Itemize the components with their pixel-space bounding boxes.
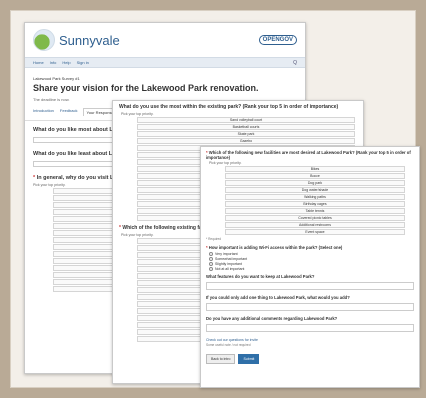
nav-item-info[interactable]: Info	[50, 60, 57, 65]
question-wifi: * How important is adding Wi-Fi access w…	[206, 245, 343, 250]
survey-page-front: * Which of the following new facilities …	[200, 146, 420, 388]
main-nav: Home Info Help Sign in Q	[25, 57, 305, 68]
question-comments: Do you have any additional comments rega…	[206, 316, 338, 321]
search-icon[interactable]: Q	[293, 60, 297, 66]
page-title: Share your vision for the Lakewood Park …	[33, 83, 259, 93]
list-item[interactable]: Skate park	[137, 131, 355, 137]
radio-icon	[209, 257, 213, 261]
back-button[interactable]: Back to intro	[206, 354, 236, 364]
form-buttons: Back to intro Submit	[201, 348, 419, 370]
radio-icon	[209, 252, 213, 256]
list-item[interactable]: Table tennis	[225, 208, 405, 214]
new-facilities-options: Bikes Bocce Dog park Dog water/shade Wal…	[201, 166, 419, 235]
tab-introduction[interactable]: Introduction	[33, 108, 54, 116]
list-item[interactable]: Gazebo	[137, 138, 355, 144]
question-add: If you could only add one thing to Lakew…	[206, 295, 350, 300]
list-item[interactable]: Dog park	[225, 180, 405, 186]
submit-button[interactable]: Submit	[238, 354, 260, 364]
question-hint: Pick your top priority.	[121, 112, 154, 116]
nav-item-home[interactable]: Home	[33, 60, 44, 65]
list-item[interactable]: Basketball courts	[137, 124, 355, 130]
nav-item-help[interactable]: Help	[62, 60, 70, 65]
logo-text: Sunnyvale	[59, 32, 120, 48]
add-one-thing-input[interactable]	[206, 303, 414, 311]
list-item[interactable]: Bocce	[225, 173, 405, 179]
question-new-facilities: * Which of the following new facilities …	[206, 150, 411, 160]
opengov-brand[interactable]: OPENGOV	[258, 35, 297, 45]
site-header: Sunnyvale OPENGOV	[25, 23, 305, 57]
radio-icon	[209, 267, 213, 271]
list-item[interactable]: Bikes	[225, 166, 405, 172]
list-item[interactable]: Dog water/shade	[225, 187, 405, 193]
keep-features-input[interactable]	[206, 282, 414, 290]
question-keep: What features do you want to keep at Lak…	[206, 274, 315, 279]
list-item[interactable]: Sand volleyball court	[137, 117, 355, 123]
list-item[interactable]: Event space	[225, 229, 405, 235]
sunnyvale-logo-icon	[33, 29, 55, 51]
comments-input[interactable]	[206, 324, 414, 332]
list-item[interactable]: Covered picnic tables	[225, 215, 405, 221]
question-hint: Pick your top priority.	[209, 161, 242, 165]
list-item[interactable]: Walking paths	[225, 194, 405, 200]
tab-feedback[interactable]: Feedback	[60, 108, 78, 116]
question-use-most: What do you use the most within the exis…	[119, 104, 339, 110]
list-item[interactable]: Birthday cages	[225, 201, 405, 207]
help-link[interactable]: Check out our questions for invite	[201, 334, 419, 342]
list-item[interactable]: Additional restrooms	[225, 222, 405, 228]
site-logo[interactable]: Sunnyvale	[33, 29, 120, 51]
radio-icon	[209, 262, 213, 266]
breadcrumb: Lakewood Park Survey #1	[33, 76, 80, 81]
nav-item-signin[interactable]: Sign in	[77, 60, 89, 65]
